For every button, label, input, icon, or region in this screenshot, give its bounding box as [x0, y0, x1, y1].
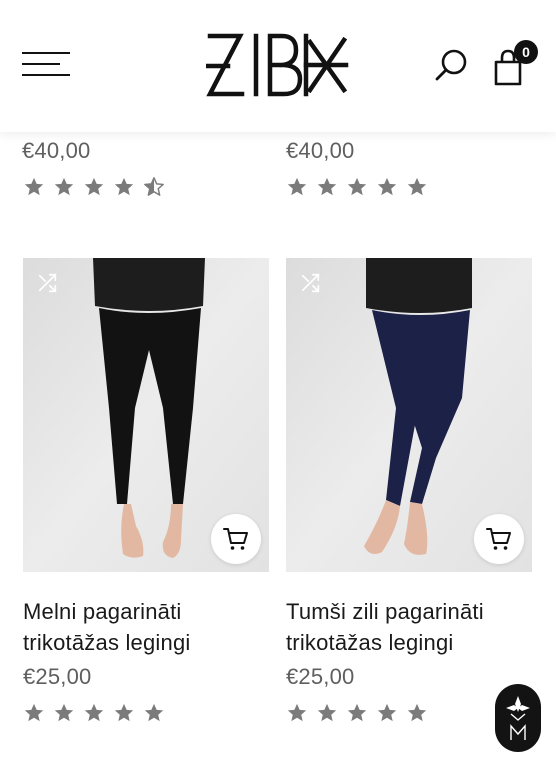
cart-icon [486, 528, 511, 550]
half-star-icon [144, 177, 164, 196]
rating-stars [23, 176, 165, 198]
search-icon [435, 49, 467, 81]
product-title[interactable]: Tumši zili pagarināti trikotāžas legingi [286, 596, 536, 658]
hamburger-menu-button[interactable] [22, 48, 72, 80]
compare-shuffle-icon[interactable] [300, 272, 322, 294]
add-to-cart-button[interactable] [211, 514, 261, 564]
compare-shuffle-icon[interactable] [37, 272, 59, 294]
star-icon [114, 177, 134, 196]
product-title-line: trikotāžas legingi [286, 630, 454, 655]
product-price: €25,00 [23, 664, 92, 689]
star-icon [84, 703, 104, 722]
product-title-line: Tumši zili pagarināti [286, 599, 484, 624]
product-title-line: trikotāžas legingi [23, 630, 191, 655]
product-image-navy-leggings[interactable] [286, 258, 532, 572]
star-icon [407, 703, 427, 722]
star-icon [84, 177, 104, 196]
zibk-logo[interactable] [206, 30, 350, 100]
star-icon [144, 703, 164, 722]
product-price: €40,00 [286, 138, 355, 163]
add-to-cart-button[interactable] [474, 514, 524, 564]
menu-line [22, 63, 60, 65]
star-icon [24, 703, 44, 722]
star-icon [54, 703, 74, 722]
star-icon [347, 177, 367, 196]
floating-brand-widget-button[interactable] [495, 684, 541, 752]
star-icon [287, 177, 307, 196]
menu-line [22, 52, 70, 54]
product-title-line: Melni pagarināti [23, 599, 182, 624]
product-price: €40,00 [22, 138, 91, 163]
star-icon [377, 703, 397, 722]
menu-line [22, 74, 70, 76]
rating-stars [286, 702, 428, 724]
cart-count-badge: 0 [514, 40, 538, 64]
star-icon [24, 177, 44, 196]
star-icon [317, 703, 337, 722]
search-button[interactable] [432, 46, 472, 86]
star-icon [54, 177, 74, 196]
star-icon [114, 703, 134, 722]
star-icon [347, 703, 367, 722]
star-icon [407, 177, 427, 196]
site-header: 0 [0, 0, 556, 132]
product-title[interactable]: Melni pagarināti trikotāžas legingi [23, 596, 273, 658]
brand-ornament-icon [506, 696, 530, 740]
cart-button[interactable]: 0 [490, 40, 542, 88]
star-icon [317, 177, 337, 196]
product-image-black-leggings[interactable] [23, 258, 269, 572]
rating-stars [286, 176, 428, 198]
star-icon [377, 177, 397, 196]
product-price: €25,00 [286, 664, 355, 689]
rating-stars [23, 702, 165, 724]
cart-icon [223, 528, 248, 550]
star-icon [287, 703, 307, 722]
